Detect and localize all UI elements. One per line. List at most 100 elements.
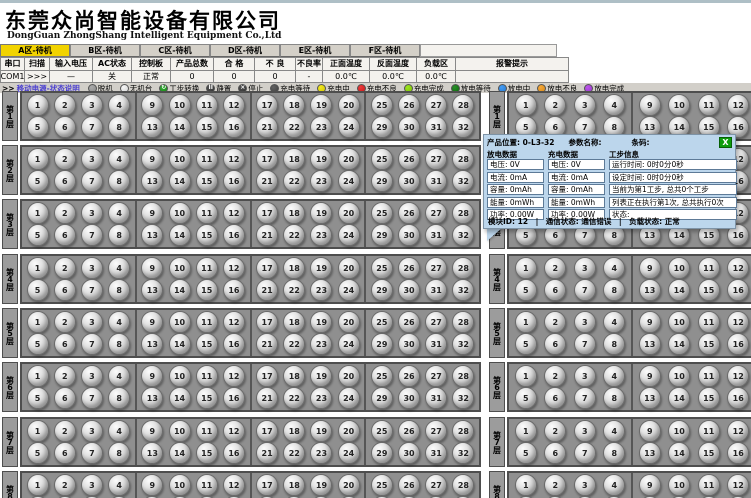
- battery-cell-25[interactable]: 25: [371, 202, 393, 224]
- battery-cell-27[interactable]: 27: [425, 365, 447, 387]
- battery-cell-2[interactable]: 2: [54, 202, 76, 224]
- battery-cell-12[interactable]: 12: [727, 420, 749, 442]
- battery-cell-16[interactable]: 16: [223, 333, 245, 355]
- battery-cell-1[interactable]: 1: [515, 257, 537, 279]
- battery-cell-10[interactable]: 10: [668, 257, 690, 279]
- battery-cell-2[interactable]: 2: [54, 420, 76, 442]
- battery-cell-12[interactable]: 12: [727, 94, 749, 116]
- battery-cell-2[interactable]: 2: [544, 420, 566, 442]
- battery-cell-25[interactable]: 25: [371, 257, 393, 279]
- battery-cell-9[interactable]: 9: [639, 420, 661, 442]
- battery-cell-27[interactable]: 27: [425, 474, 447, 496]
- battery-cell-17[interactable]: 17: [256, 148, 278, 170]
- battery-cell-15[interactable]: 15: [196, 224, 218, 246]
- battery-cell-27[interactable]: 27: [425, 202, 447, 224]
- battery-cell-13[interactable]: 13: [639, 279, 661, 301]
- battery-cell-7[interactable]: 7: [81, 224, 103, 246]
- battery-cell-4[interactable]: 4: [108, 474, 130, 496]
- popup-close-button[interactable]: X: [719, 137, 732, 148]
- tab-zone-4[interactable]: E区-待机: [280, 44, 350, 57]
- battery-cell-11[interactable]: 11: [698, 474, 720, 496]
- battery-cell-5[interactable]: 5: [27, 442, 49, 464]
- battery-cell-5[interactable]: 5: [27, 224, 49, 246]
- battery-cell-30[interactable]: 30: [398, 387, 420, 409]
- battery-cell-18[interactable]: 18: [283, 311, 305, 333]
- battery-cell-28[interactable]: 28: [452, 94, 474, 116]
- battery-cell-24[interactable]: 24: [338, 387, 360, 409]
- battery-cell-14[interactable]: 14: [668, 279, 690, 301]
- battery-cell-15[interactable]: 15: [196, 279, 218, 301]
- battery-cell-9[interactable]: 9: [141, 474, 163, 496]
- battery-cell-4[interactable]: 4: [603, 311, 625, 333]
- battery-cell-20[interactable]: 20: [338, 420, 360, 442]
- battery-cell-4[interactable]: 4: [603, 365, 625, 387]
- battery-cell-8[interactable]: 8: [108, 333, 130, 355]
- battery-cell-20[interactable]: 20: [338, 311, 360, 333]
- battery-cell-25[interactable]: 25: [371, 311, 393, 333]
- battery-cell-15[interactable]: 15: [196, 333, 218, 355]
- battery-cell-8[interactable]: 8: [603, 442, 625, 464]
- battery-cell-11[interactable]: 11: [698, 420, 720, 442]
- battery-cell-16[interactable]: 16: [727, 333, 749, 355]
- battery-cell-24[interactable]: 24: [338, 442, 360, 464]
- battery-cell-10[interactable]: 10: [169, 365, 191, 387]
- battery-cell-16[interactable]: 16: [727, 442, 749, 464]
- battery-cell-27[interactable]: 27: [425, 420, 447, 442]
- battery-cell-2[interactable]: 2: [544, 474, 566, 496]
- battery-cell-4[interactable]: 4: [108, 148, 130, 170]
- battery-cell-6[interactable]: 6: [54, 387, 76, 409]
- battery-cell-19[interactable]: 19: [310, 420, 332, 442]
- battery-cell-22[interactable]: 22: [283, 387, 305, 409]
- battery-cell-1[interactable]: 1: [27, 311, 49, 333]
- battery-cell-29[interactable]: 29: [371, 116, 393, 138]
- battery-cell-32[interactable]: 32: [452, 170, 474, 192]
- battery-cell-7[interactable]: 7: [81, 387, 103, 409]
- battery-cell-26[interactable]: 26: [398, 202, 420, 224]
- battery-cell-3[interactable]: 3: [574, 94, 596, 116]
- battery-cell-29[interactable]: 29: [371, 279, 393, 301]
- battery-cell-8[interactable]: 8: [108, 224, 130, 246]
- battery-cell-27[interactable]: 27: [425, 257, 447, 279]
- battery-cell-11[interactable]: 11: [698, 311, 720, 333]
- battery-cell-26[interactable]: 26: [398, 474, 420, 496]
- battery-cell-14[interactable]: 14: [169, 387, 191, 409]
- battery-cell-2[interactable]: 2: [544, 94, 566, 116]
- battery-cell-3[interactable]: 3: [574, 474, 596, 496]
- battery-cell-22[interactable]: 22: [283, 333, 305, 355]
- battery-cell-10[interactable]: 10: [169, 474, 191, 496]
- battery-cell-29[interactable]: 29: [371, 387, 393, 409]
- battery-cell-5[interactable]: 5: [27, 333, 49, 355]
- battery-cell-15[interactable]: 15: [196, 387, 218, 409]
- battery-cell-29[interactable]: 29: [371, 224, 393, 246]
- battery-cell-4[interactable]: 4: [108, 420, 130, 442]
- battery-cell-31[interactable]: 31: [425, 116, 447, 138]
- battery-cell-23[interactable]: 23: [310, 333, 332, 355]
- battery-cell-13[interactable]: 13: [141, 442, 163, 464]
- battery-cell-32[interactable]: 32: [452, 387, 474, 409]
- battery-cell-18[interactable]: 18: [283, 94, 305, 116]
- battery-cell-11[interactable]: 11: [196, 202, 218, 224]
- battery-cell-6[interactable]: 6: [544, 333, 566, 355]
- battery-cell-7[interactable]: 7: [574, 442, 596, 464]
- battery-cell-10[interactable]: 10: [169, 202, 191, 224]
- battery-cell-14[interactable]: 14: [169, 116, 191, 138]
- battery-cell-8[interactable]: 8: [108, 170, 130, 192]
- battery-cell-13[interactable]: 13: [141, 333, 163, 355]
- battery-cell-1[interactable]: 1: [515, 365, 537, 387]
- battery-cell-1[interactable]: 1: [515, 94, 537, 116]
- battery-cell-8[interactable]: 8: [108, 116, 130, 138]
- battery-cell-14[interactable]: 14: [169, 333, 191, 355]
- battery-cell-31[interactable]: 31: [425, 170, 447, 192]
- battery-cell-20[interactable]: 20: [338, 474, 360, 496]
- battery-cell-14[interactable]: 14: [169, 170, 191, 192]
- battery-cell-32[interactable]: 32: [452, 116, 474, 138]
- battery-cell-9[interactable]: 9: [141, 148, 163, 170]
- battery-cell-12[interactable]: 12: [727, 257, 749, 279]
- battery-cell-28[interactable]: 28: [452, 311, 474, 333]
- battery-cell-23[interactable]: 23: [310, 387, 332, 409]
- battery-cell-10[interactable]: 10: [668, 365, 690, 387]
- tab-zone-5[interactable]: F区-待机: [350, 44, 420, 57]
- battery-cell-16[interactable]: 16: [223, 279, 245, 301]
- battery-cell-17[interactable]: 17: [256, 202, 278, 224]
- battery-cell-29[interactable]: 29: [371, 333, 393, 355]
